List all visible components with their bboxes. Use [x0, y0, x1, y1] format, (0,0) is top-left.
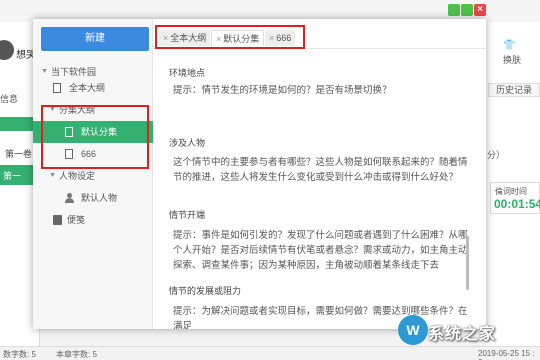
- minutes-text: 分）: [487, 150, 506, 160]
- section-title: 涉及人物: [169, 138, 206, 148]
- shirt-icon[interactable]: 👕: [503, 40, 515, 51]
- tree-item-default-character[interactable]: 默认人物: [33, 187, 153, 209]
- tab-bar: × 全本大纲 × 默认分集 × 666: [153, 19, 486, 49]
- section-title: 情节开端: [169, 210, 206, 220]
- document-icon: [53, 83, 61, 93]
- tree-item-outline-full[interactable]: 全本大纲: [33, 77, 153, 99]
- outline-sidebar: 新建 ▼ 当下软件园 全本大纲 ▼ 分集大纲 默认分集 666 ▼ 人物设定 默: [33, 19, 153, 329]
- tree-item-notes[interactable]: 便笺: [33, 209, 153, 231]
- section-text[interactable]: 提示：情节发生的环境是如何的？是否有场景切换？: [173, 83, 469, 98]
- section-text[interactable]: 提示：事件是如何引发的？发现了什么问题或者遇到了什么困难？从哪个人开始？是否对后…: [173, 228, 469, 273]
- section-text[interactable]: 这个情节中的主要参与者有哪些？这些人物是如何联系起来的？随着情节的推进，这些人将…: [173, 155, 469, 185]
- scrollbar[interactable]: [466, 236, 469, 290]
- notebook-icon: [53, 215, 62, 225]
- section-title: 环境地点: [169, 68, 206, 78]
- tree-item-label: 默认人物: [81, 193, 118, 203]
- watermark-text: 系统之家: [428, 326, 497, 343]
- info-label[interactable]: 信息: [0, 92, 18, 105]
- watermark-badge: W: [398, 315, 428, 345]
- chapter-item-label: 第一: [3, 171, 22, 181]
- timer-value: 00:01:54: [494, 197, 540, 211]
- total-words: 数字数: 5: [3, 350, 36, 359]
- tree-item-label: 全本大纲: [69, 83, 106, 93]
- outline-dialog: 新建 ▼ 当下软件园 全本大纲 ▼ 分集大纲 默认分集 666 ▼ 人物设定 默: [33, 19, 486, 329]
- highlight-box: [41, 105, 149, 169]
- watermark-logo: W 系统之家: [398, 315, 534, 345]
- highlight-box: [155, 25, 305, 49]
- history-button[interactable]: 历史记录: [488, 83, 540, 97]
- status-bar: 数字数: 5 本章字数: 5 2019-05-25 15 : 2: [0, 346, 540, 360]
- maximize-button[interactable]: [461, 4, 473, 16]
- chapter-words: 本章字数: 5: [56, 350, 97, 359]
- chapter-item[interactable]: 第一卷: [5, 147, 32, 160]
- close-button[interactable]: ×: [474, 4, 486, 16]
- switch-skin-label[interactable]: 换肤: [503, 53, 521, 66]
- person-icon: [65, 193, 74, 203]
- minimize-button[interactable]: [448, 4, 460, 16]
- outline-content[interactable]: 环境地点 提示：情节发生的环境是如何的？是否有场景切换？ 涉及人物 这个情节中的…: [153, 49, 486, 329]
- new-button[interactable]: 新建: [41, 27, 149, 51]
- timer-label: 倫词时间: [495, 187, 527, 196]
- tree-item-label: 便笺: [67, 215, 86, 225]
- status-date: 2019-05-25 15 : 2: [478, 349, 535, 360]
- section-title: 情节的发展或阻力: [169, 286, 242, 296]
